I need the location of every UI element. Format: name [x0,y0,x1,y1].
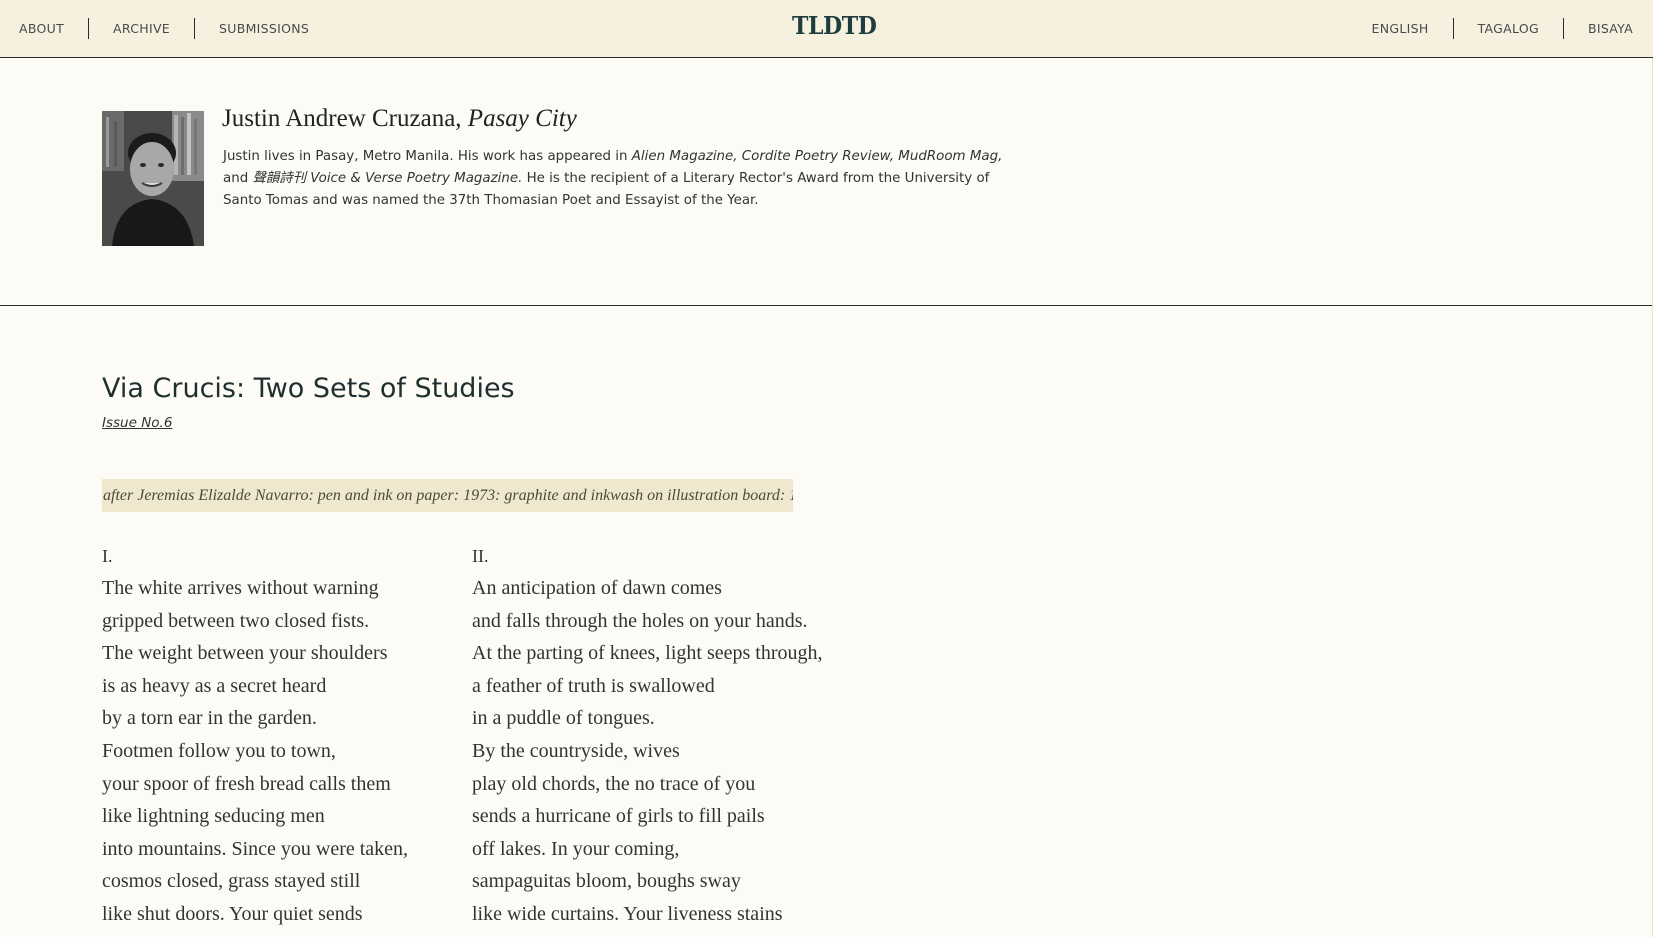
poem-line: in a puddle of tongues. [472,707,655,730]
poem-line: and falls through the holes on your hand… [472,609,808,632]
bio-publications: Alien Magazine, Cordite Poetry Review, M… [631,149,1003,164]
nav-about-link[interactable]: ABOUT [19,21,64,36]
issue-link[interactable]: Issue No.6 [102,415,172,431]
author-name-text: Justin Andrew Cruzana, [222,105,462,132]
lang-english-link[interactable]: ENGLISH [1372,21,1429,36]
poem-section-1: I. The white arrives without warning gri… [102,540,408,931]
poem-line: gripped between two closed fists. [102,609,370,632]
poem-epigraph: after Jeremias Elizalde Navarro: pen and… [102,479,793,512]
section-number: I. [102,546,113,566]
poem-line: play old chords, the no trace of you [472,772,756,795]
poem-line: like lightning seducing men [102,805,325,828]
language-nav: ENGLISH TAGALOG BISAYA [1372,0,1633,57]
poem-section-2: II. An anticipation of dawn comes and fa… [472,540,823,931]
poem-line: At the parting of knees, light seeps thr… [472,642,823,665]
author-photo [102,111,204,246]
site-logo[interactable]: TLDTD [792,11,877,40]
article-title: Via Crucis: Two Sets of Studies [102,373,515,404]
poem-line: The white arrives without warning [102,577,379,599]
lang-tagalog-link[interactable]: TAGALOG [1478,21,1539,36]
bio-text: Justin lives in Pasay, Metro Manila. His… [223,149,632,164]
poem-line: cosmos closed, grass stayed still [102,870,361,893]
nav-divider [88,18,90,39]
lang-bisaya-link[interactable]: BISAYA [1588,21,1633,36]
author-section: Justin Andrew Cruzana, Pasay City Justin… [0,58,1653,306]
poem-line: is as heavy as a secret heard [102,674,327,697]
primary-nav: ABOUT ARCHIVE SUBMISSIONS [19,0,309,57]
nav-divider [194,18,196,39]
poem-line: An anticipation of dawn comes [472,577,722,599]
author-city: Pasay City [467,105,577,132]
poem-line: like shut doors. Your quiet sends [102,902,363,925]
poem-line: by a torn ear in the garden. [102,707,317,730]
section-number: II. [472,546,489,566]
poem-line: off lakes. In your coming, [472,837,680,860]
author-bio: Justin lives in Pasay, Metro Manila. His… [223,146,1003,212]
poem-line: sends a hurricane of girls to fill pails [472,805,765,828]
poem-line: your spoor of fresh bread calls them [102,772,391,795]
poem-line: sampaguitas bloom, boughs sway [472,870,741,893]
poem-line: a feather of truth is swallowed [472,674,715,697]
poem-line: into mountains. Since you were taken, [102,837,409,860]
poem-line: By the countryside, wives [472,739,680,762]
nav-archive-link[interactable]: ARCHIVE [113,21,170,36]
top-navigation-bar: ABOUT ARCHIVE SUBMISSIONS TLDTD ENGLISH … [0,0,1653,58]
bio-text: and [223,171,253,186]
bio-publications: 聲韻詩刊 Voice & Verse Poetry Magazine. [252,171,523,186]
poem-line: like wide curtains. Your liveness stains [472,902,783,925]
author-name: Justin Andrew Cruzana, Pasay City [222,105,577,133]
nav-submissions-link[interactable]: SUBMISSIONS [219,21,309,36]
nav-divider [1452,18,1454,39]
nav-divider [1562,18,1564,39]
poem-line: Footmen follow you to town, [102,739,336,762]
poem-line: The weight between your shoulders [102,642,388,665]
